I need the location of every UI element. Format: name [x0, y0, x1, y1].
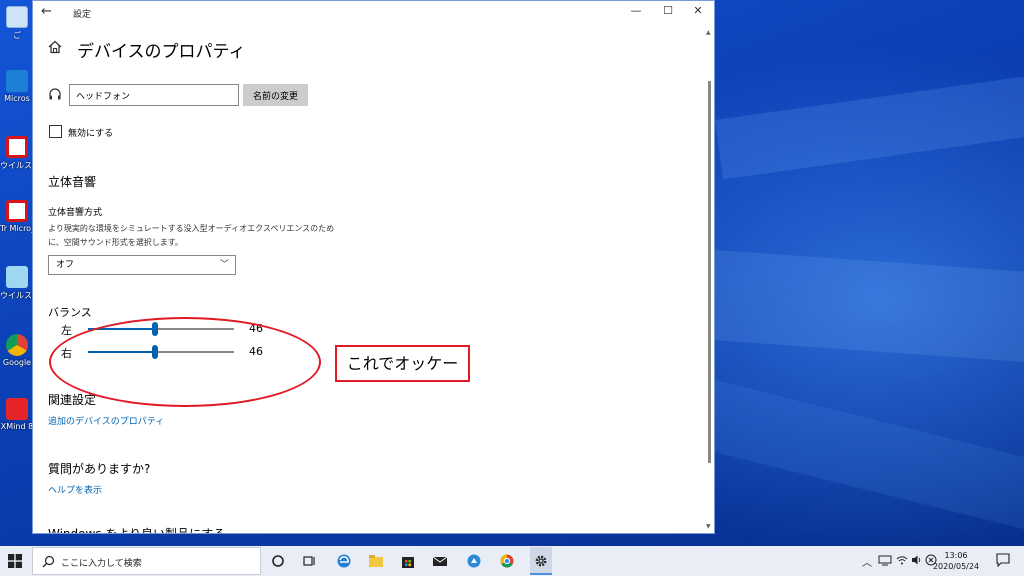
headphones-icon [49, 88, 61, 100]
desktop-icon-google-chrome[interactable]: Google [0, 334, 34, 367]
feedback-heading: Windows をより良い製品にする [48, 527, 226, 534]
store-icon[interactable] [398, 551, 418, 571]
desktop-icon-trend-micro[interactable]: Tr Micro_H [0, 200, 34, 233]
file-explorer-icon[interactable] [366, 551, 386, 571]
windows-start-icon[interactable] [8, 554, 22, 568]
recycle-bin-icon [6, 6, 28, 28]
additional-device-properties-link[interactable]: 追加のデバイスのプロパティ [48, 414, 164, 427]
dropdown-selected-value: オフ [56, 260, 75, 270]
annotation-callout: これでオッケー [335, 345, 470, 382]
spatial-description: より現実的な環境をシミュレートする没入型オーディオエクスペリエンスのために、空間… [48, 224, 335, 247]
wallpaper-beam [698, 380, 1024, 536]
task-view-icon[interactable] [300, 551, 320, 571]
spatial-format-dropdown[interactable]: オフ ﹀ [48, 255, 236, 275]
desktop-icon-xmind[interactable]: XMind 8 [0, 398, 34, 431]
annotation-ellipse [49, 317, 321, 407]
spatial-sound-heading: 立体音響 [48, 175, 97, 189]
spatial-format-label: 立体音響方式 [48, 208, 103, 218]
protection-icon [6, 266, 28, 288]
scrollbar-thumb[interactable] [708, 81, 711, 463]
virus-buster-icon [6, 136, 28, 158]
wallpaper-beam [708, 250, 1024, 365]
tray-chevron-up-icon[interactable]: ︿ [862, 554, 872, 569]
close-button[interactable]: ✕ [683, 4, 713, 22]
app-blue-icon[interactable] [464, 551, 484, 571]
taskbar: ここに入力して検索 ︿ 13:06 2020/05/24 [0, 546, 1024, 576]
settings-window: ← 設定 — ☐ ✕ デバイスのプロパティ 名前の変更 無効にする 立体音響 立… [32, 0, 715, 534]
xmind-icon [6, 398, 28, 420]
get-help-link[interactable]: ヘルプを表示 [48, 483, 102, 496]
maximize-button[interactable]: ☐ [653, 4, 683, 22]
search-icon [42, 555, 55, 568]
back-arrow-icon[interactable]: ← [41, 4, 52, 19]
chrome-icon [6, 334, 28, 356]
action-center-icon[interactable] [996, 553, 1010, 567]
disable-checkbox[interactable] [49, 125, 62, 138]
scroll-up-icon[interactable]: ▲ [706, 29, 711, 36]
balance-left-label: 左 [61, 324, 72, 337]
desktop-icon-label: ご [13, 31, 21, 40]
device-name-input[interactable] [69, 84, 239, 106]
edge-icon [6, 70, 28, 92]
wifi-icon[interactable] [896, 554, 908, 566]
desktop-icon-label: ウイルスバ [0, 161, 34, 170]
page-title: デバイスのプロパティ [77, 42, 246, 62]
desktop-icon-microsoft-edge[interactable]: Micros [0, 70, 34, 103]
desktop-icon-label: ウイルスバ 保護 [0, 291, 34, 300]
desktop-icon-label: Micros [4, 94, 30, 103]
rename-button[interactable]: 名前の変更 [243, 84, 308, 106]
network-icon[interactable] [878, 554, 892, 566]
home-icon[interactable] [47, 39, 63, 55]
clock-time: 13:06 [944, 551, 968, 560]
help-heading: 質問がありますか? [48, 462, 151, 476]
disable-checkbox-label: 無効にする [68, 129, 114, 139]
balance-heading: バランス [48, 306, 92, 319]
desktop-icon-label: Google [2, 358, 32, 367]
settings-content: デバイスのプロパティ 名前の変更 無効にする 立体音響 立体音響方式 より現実的… [33, 25, 714, 534]
gear-icon[interactable] [531, 551, 551, 571]
desktop-icon-virus-buster-protection[interactable]: ウイルスバ 保護 [0, 266, 34, 301]
desktop-icon-label: Tr Micro_H [0, 224, 34, 233]
cortana-icon[interactable] [268, 551, 288, 571]
trend-micro-icon [6, 200, 28, 222]
window-title: 設定 [73, 10, 92, 20]
search-placeholder: ここに入力して検索 [61, 559, 142, 569]
desktop-icon-label: XMind 8 [0, 422, 34, 431]
desktop-icon-recycle-bin[interactable]: ご [0, 6, 34, 41]
scroll-down-icon[interactable]: ▼ [706, 523, 711, 530]
chevron-down-icon: ﹀ [219, 260, 229, 270]
desktop-icon-virus-buster[interactable]: ウイルスバ [0, 136, 34, 171]
chrome-taskbar-icon[interactable] [497, 551, 517, 571]
wallpaper-beam [715, 69, 1024, 180]
taskbar-search-box[interactable]: ここに入力して検索 [32, 547, 261, 575]
clock-date: 2020/05/24 [932, 562, 980, 571]
mail-icon[interactable] [430, 551, 450, 571]
edge-taskbar-icon[interactable] [334, 551, 354, 571]
minimize-button[interactable]: — [621, 4, 651, 22]
title-bar: ← 設定 — ☐ ✕ [33, 1, 714, 25]
volume-icon[interactable] [911, 554, 923, 566]
taskbar-clock[interactable]: 13:06 2020/05/24 [930, 550, 982, 572]
